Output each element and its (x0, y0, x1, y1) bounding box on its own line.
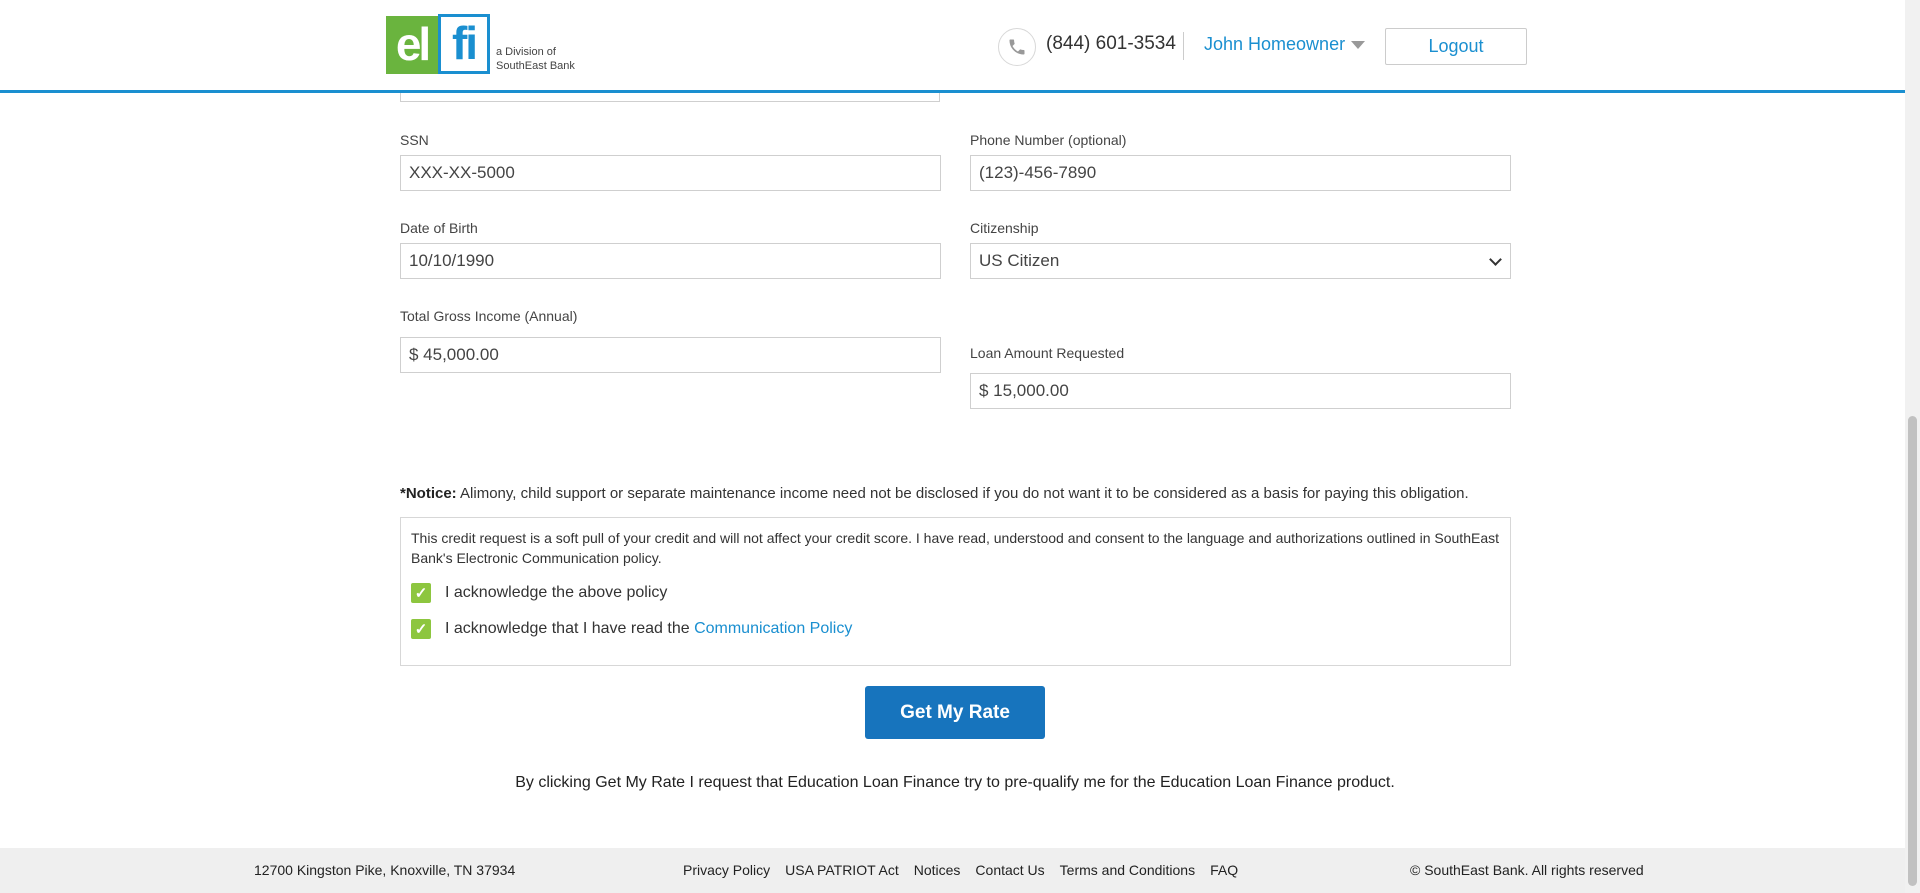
citizenship-value: US Citizen (979, 251, 1060, 270)
notice-text: *Notice: Alimony, child support or separ… (400, 485, 1469, 502)
citizenship-select[interactable]: US Citizen (970, 243, 1511, 279)
division-line-2: SouthEast Bank (496, 60, 575, 72)
acknowledge-communication-row[interactable]: ✓ I acknowledge that I have read the Com… (411, 619, 852, 639)
consent-text: This credit request is a soft pull of yo… (411, 530, 1499, 566)
acknowledge-policy-label: I acknowledge the above policy (445, 584, 668, 601)
income-input[interactable]: $ 45,000.00 (400, 337, 941, 373)
loan-input[interactable]: $ 15,000.00 (970, 373, 1511, 409)
consent-box: This credit request is a soft pull of yo… (400, 517, 1511, 666)
ssn-input[interactable]: XXX-XX-5000 (400, 155, 941, 191)
logo-division-text: a Division of SouthEast Bank (496, 45, 575, 74)
site-header: el fi a Division of SouthEast Bank (844)… (0, 0, 1905, 93)
footer-link-privacy-policy[interactable]: Privacy Policy (683, 862, 770, 878)
income-label: Total Gross Income (Annual) (400, 308, 578, 324)
footer-copyright: © SouthEast Bank. All rights reserved (1410, 862, 1644, 878)
phone-label: Phone Number (optional) (970, 132, 1127, 148)
get-my-rate-button[interactable]: Get My Rate (865, 686, 1045, 739)
footer-links: Privacy Policy USA PATRIOT Act Notices C… (683, 862, 1253, 878)
dob-label: Date of Birth (400, 220, 478, 236)
footer-address: 12700 Kingston Pike, Knoxville, TN 37934 (254, 862, 516, 878)
acknowledge-communication-checkbox[interactable]: ✓ (411, 619, 431, 639)
logo-fi-mark: fi (438, 14, 490, 74)
user-name: John Homeowner (1204, 34, 1346, 54)
acknowledge-policy-row[interactable]: ✓ I acknowledge the above policy (411, 583, 667, 603)
elfi-logo[interactable]: el fi a Division of SouthEast Bank (386, 14, 575, 74)
ssn-label: SSN (400, 132, 429, 148)
communication-policy-link[interactable]: Communication Policy (694, 620, 852, 638)
dob-input[interactable]: 10/10/1990 (400, 243, 941, 279)
notice-prefix: *Notice: (400, 485, 457, 502)
phone-icon (998, 28, 1036, 66)
chevron-down-icon (1489, 252, 1502, 266)
division-line-1: a Division of (496, 46, 556, 58)
site-footer: 12700 Kingston Pike, Knoxville, TN 37934… (0, 848, 1905, 893)
footer-link-notices[interactable]: Notices (914, 862, 961, 878)
phone-number[interactable]: (844) 601-3534 (1046, 33, 1176, 55)
acknowledge-policy-checkbox[interactable]: ✓ (411, 583, 431, 603)
user-menu-dropdown[interactable]: John Homeowner (1204, 34, 1366, 55)
footer-link-faq[interactable]: FAQ (1210, 862, 1238, 878)
logo-el-mark: el (386, 16, 438, 74)
acknowledge-communication-label: I acknowledge that I have read the (445, 620, 695, 637)
header-divider (1183, 32, 1184, 60)
prequalify-disclaimer: By clicking Get My Rate I request that E… (515, 774, 1395, 791)
scrollbar-thumb[interactable] (1908, 416, 1917, 886)
logout-button[interactable]: Logout (1385, 28, 1527, 65)
footer-link-terms[interactable]: Terms and Conditions (1060, 862, 1195, 878)
citizenship-label: Citizenship (970, 220, 1039, 236)
caret-down-icon (1351, 40, 1366, 49)
loan-label: Loan Amount Requested (970, 345, 1125, 361)
phone-input[interactable]: (123)-456-7890 (970, 155, 1511, 191)
notice-body: Alimony, child support or separate maint… (456, 485, 1469, 502)
footer-link-usa-patriot-act[interactable]: USA PATRIOT Act (785, 862, 899, 878)
footer-link-contact-us[interactable]: Contact Us (975, 862, 1044, 878)
